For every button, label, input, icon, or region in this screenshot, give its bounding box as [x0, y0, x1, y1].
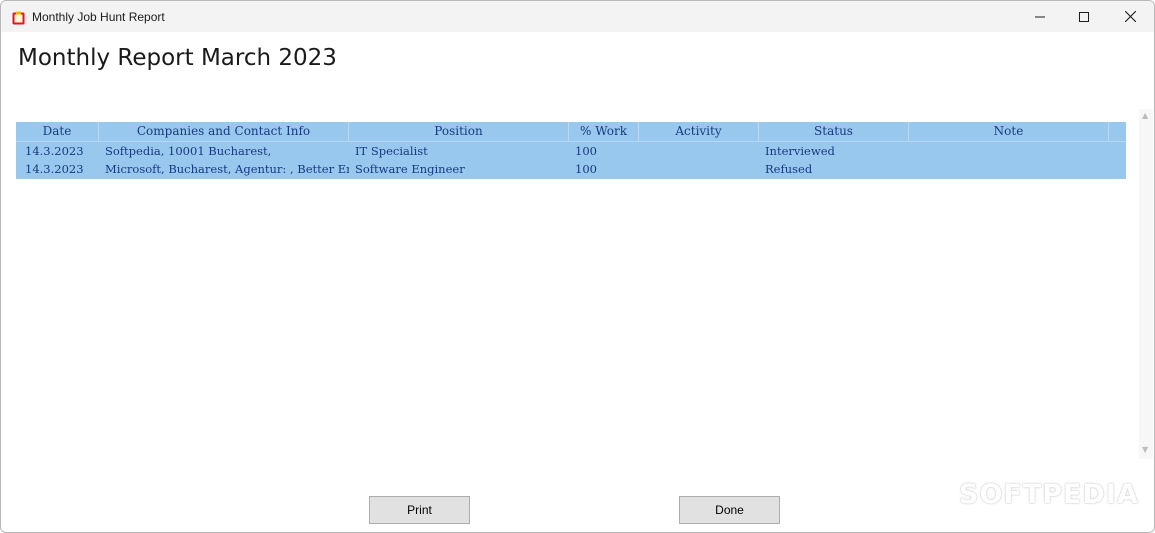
title-bar[interactable]: Monthly Job Hunt Report [1, 1, 1154, 32]
maximize-icon [1079, 7, 1089, 26]
minimize-icon [1035, 7, 1045, 26]
scroll-up-icon[interactable]: ▲ [1142, 111, 1148, 120]
scroll-down-icon[interactable]: ▼ [1142, 445, 1148, 454]
cell-note [909, 160, 1109, 178]
column-header-position[interactable]: Position [349, 122, 569, 141]
cell-work: 100 [575, 162, 597, 176]
cell-date: 14.3.2023 [25, 162, 84, 176]
close-icon [1124, 7, 1136, 26]
table-header: Date Companies and Contact Info Position… [16, 122, 1126, 142]
cell-date: 14.3.2023 [25, 144, 84, 158]
done-button[interactable]: Done [679, 496, 780, 524]
report-title: Monthly Report March 2023 [18, 45, 337, 71]
cell-companies: Microsoft, Bucharest, Agentur: , Better … [105, 162, 349, 176]
column-header-date[interactable]: Date [16, 122, 99, 141]
maximize-button[interactable] [1061, 1, 1107, 32]
cell-activity [639, 160, 759, 178]
column-header-note[interactable]: Note [909, 122, 1109, 141]
softpedia-watermark: SOFTPEDIA [959, 479, 1139, 510]
cell-activity [639, 142, 759, 160]
vertical-scrollbar[interactable]: ▲ ▼ [1139, 109, 1153, 459]
cell-work: 100 [575, 144, 597, 158]
table-row[interactable]: 14.3.2023 Microsoft, Bucharest, Agentur:… [16, 160, 1126, 178]
cell-status: Refused [765, 162, 813, 176]
report-table[interactable]: Date Companies and Contact Info Position… [16, 122, 1126, 179]
column-header-companies[interactable]: Companies and Contact Info [99, 122, 349, 141]
table-row[interactable]: 14.3.2023 Softpedia, 10001 Bucharest, IT… [16, 142, 1126, 160]
close-button[interactable] [1107, 1, 1153, 32]
cell-companies: Softpedia, 10001 Bucharest, [105, 144, 272, 158]
print-button[interactable]: Print [369, 496, 470, 524]
cell-status: Interviewed [765, 144, 835, 158]
column-header-activity[interactable]: Activity [639, 122, 759, 141]
cell-note [909, 142, 1109, 160]
minimize-button[interactable] [1017, 1, 1063, 32]
app-window: Monthly Job Hunt Report Monthly Report M… [0, 0, 1155, 533]
window-title: Monthly Job Hunt Report [32, 9, 165, 24]
cell-position: IT Specialist [355, 144, 428, 158]
clipboard-icon [12, 10, 25, 25]
cell-position: Software Engineer [355, 162, 465, 176]
column-header-work[interactable]: % Work [569, 122, 639, 141]
column-header-status[interactable]: Status [759, 122, 909, 141]
